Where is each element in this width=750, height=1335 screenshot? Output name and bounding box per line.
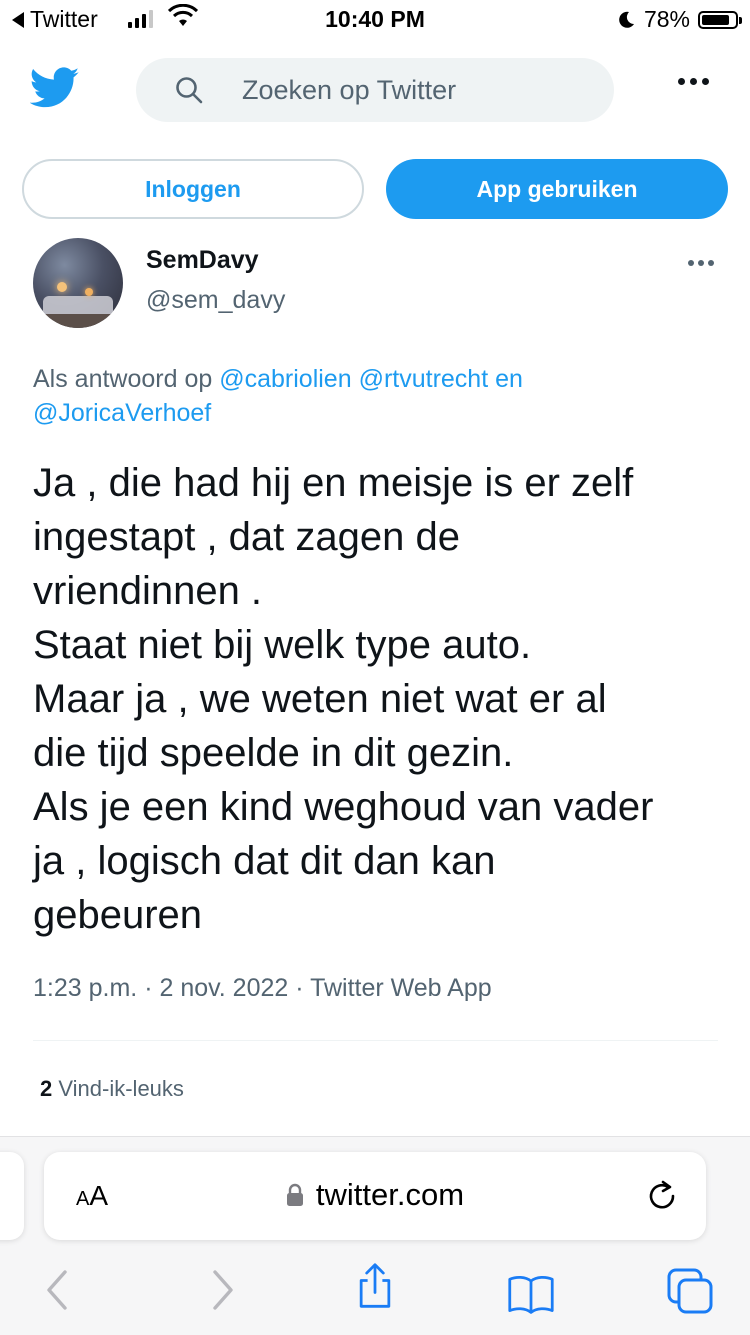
meta-separator: · xyxy=(144,974,160,1002)
moon-icon xyxy=(619,11,634,28)
back-icon[interactable] xyxy=(34,1266,82,1314)
use-app-button[interactable]: App gebruiken xyxy=(386,159,728,219)
reply-conjunction: en xyxy=(495,365,523,393)
search-icon xyxy=(176,77,203,104)
battery-percent: 78% xyxy=(643,6,690,32)
login-button[interactable]: Inloggen xyxy=(22,159,364,219)
user-handle[interactable]: @sem_davy xyxy=(146,286,285,315)
url-text: twitter.com xyxy=(315,1177,465,1212)
like-label: Vind-ik-leuks xyxy=(58,1076,184,1101)
forward-icon[interactable] xyxy=(198,1266,246,1314)
likes-link[interactable]: 2 Vind-ik-leuks xyxy=(40,1076,184,1102)
share-icon[interactable] xyxy=(351,1262,399,1310)
mention-link[interactable]: @rtvutrecht xyxy=(359,365,489,393)
lock-icon xyxy=(286,1183,303,1206)
display-name[interactable]: SemDavy xyxy=(146,246,259,275)
search-placeholder: Zoeken op Twitter xyxy=(242,74,457,105)
reply-prefix: Als antwoord op xyxy=(33,365,213,393)
battery-icon xyxy=(698,10,742,29)
avatar[interactable] xyxy=(33,238,123,328)
tweet-source: Twitter Web App xyxy=(310,974,492,1002)
tweet-date[interactable]: 2 nov. 2022 xyxy=(159,974,288,1002)
more-options-icon[interactable] xyxy=(678,78,709,85)
mention-link[interactable]: @JoricaVerhoef xyxy=(33,399,211,427)
like-count: 2 xyxy=(40,1076,53,1101)
reply-context: Als antwoord op @cabriolien @rtvutrecht … xyxy=(33,362,713,430)
search-input[interactable]: Zoeken op Twitter xyxy=(136,58,614,122)
tweet-time[interactable]: 1:23 p.m. xyxy=(33,974,137,1002)
url-display[interactable]: twitter.com xyxy=(0,1177,750,1213)
tweet-meta: 1:23 p.m. · 2 nov. 2022 · Twitter Web Ap… xyxy=(33,974,492,1003)
bookmarks-icon[interactable] xyxy=(507,1270,555,1318)
divider xyxy=(33,1040,718,1041)
twitter-logo-icon[interactable] xyxy=(30,66,80,110)
status-bar: Twitter 10:40 PM 78% xyxy=(0,0,750,40)
tabs-icon[interactable] xyxy=(666,1267,714,1315)
tweet-more-icon[interactable] xyxy=(688,260,714,266)
reload-icon[interactable] xyxy=(644,1178,680,1214)
meta-separator: · xyxy=(295,974,311,1002)
tweet-text: Ja , die had hij en meisje is er zelf in… xyxy=(33,461,654,937)
mention-link[interactable]: @cabriolien xyxy=(219,365,351,393)
status-right-group: 78% xyxy=(616,6,742,33)
